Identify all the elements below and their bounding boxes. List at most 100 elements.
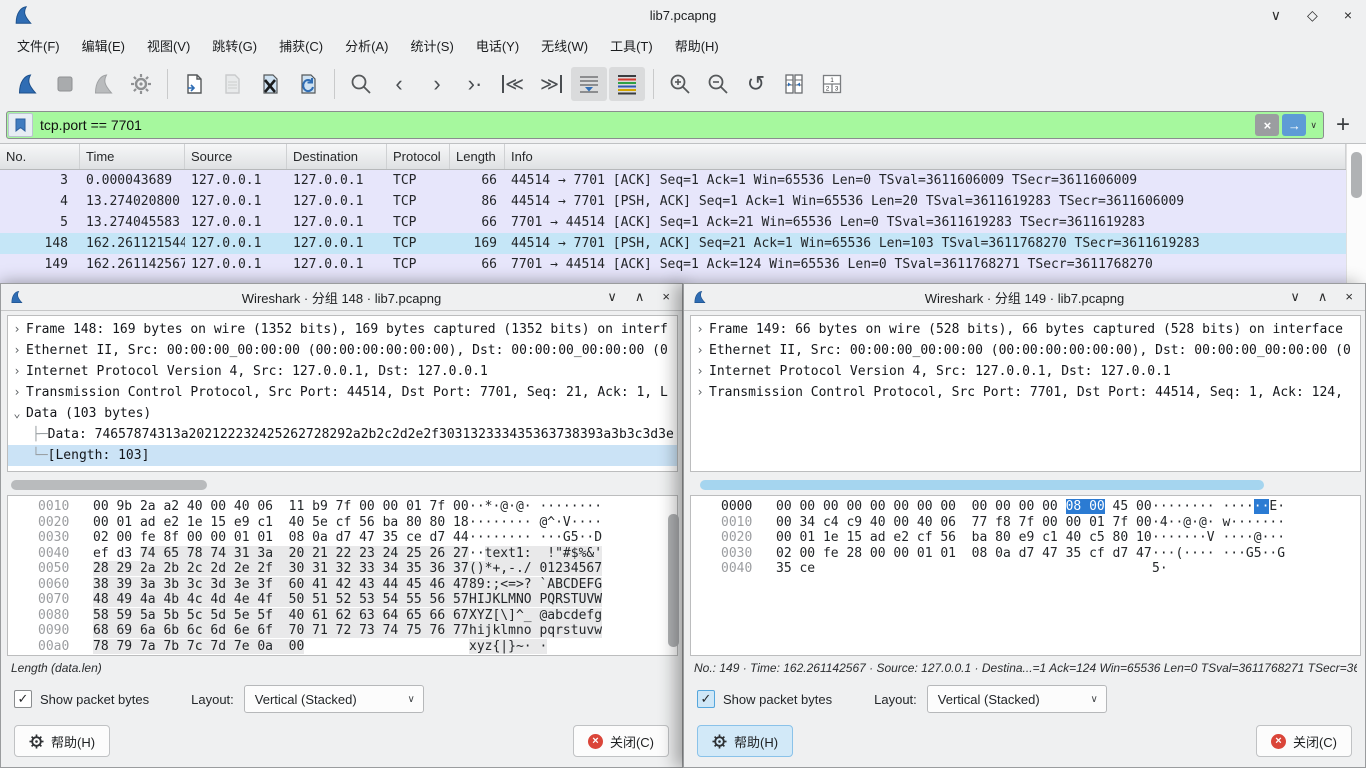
- zoom-out-button[interactable]: [700, 67, 736, 101]
- capture-start-button[interactable]: [9, 67, 45, 101]
- menu-statistics[interactable]: 统计(S): [399, 31, 464, 60]
- show-packet-bytes-checkbox[interactable]: ✓: [697, 690, 715, 708]
- hex-vertical-scrollbar[interactable]: [667, 497, 680, 654]
- expander-icon[interactable]: ›: [8, 319, 26, 340]
- scrollbar-thumb[interactable]: [700, 480, 1264, 490]
- filter-clear-button[interactable]: ×: [1255, 114, 1279, 136]
- packet-row-148[interactable]: 148162.261121544127.0.0.1127.0.0.1TCP169…: [0, 233, 1346, 254]
- close-icon[interactable]: ×: [1345, 289, 1353, 305]
- capture-restart-button[interactable]: [85, 67, 121, 101]
- maximize-icon[interactable]: ◇: [1307, 7, 1318, 24]
- hex-row[interactable]: 001000 34 c4 c9 40 00 40 06 77 f8 7f 00 …: [691, 515, 1360, 531]
- layout-123-button[interactable]: 123: [814, 67, 850, 101]
- show-packet-bytes-checkbox[interactable]: ✓: [14, 690, 32, 708]
- column-header-source[interactable]: Source: [185, 144, 287, 169]
- filter-apply-button[interactable]: →: [1282, 114, 1306, 136]
- scrollbar-thumb[interactable]: [11, 480, 207, 490]
- maximize-icon[interactable]: ∧: [1318, 289, 1328, 305]
- capture-stop-button[interactable]: [47, 67, 83, 101]
- column-header-destination[interactable]: Destination: [287, 144, 387, 169]
- hex-row[interactable]: 006038 39 3a 3b 3c 3d 3e 3f 60 41 42 43 …: [8, 577, 677, 593]
- tree-row[interactable]: └─[Length: 103]: [8, 445, 677, 466]
- packet-row-4[interactable]: 413.274020800127.0.0.1127.0.0.1TCP864451…: [0, 191, 1346, 212]
- packet-row-3[interactable]: 30.000043689127.0.0.1127.0.0.1TCP6644514…: [0, 170, 1346, 191]
- layout-select[interactable]: Vertical (Stacked) ∨: [244, 685, 424, 713]
- menu-telephony[interactable]: 电话(Y): [465, 31, 530, 60]
- tree-row[interactable]: ›Frame 149: 66 bytes on wire (528 bits),…: [691, 319, 1360, 340]
- filter-add-button[interactable]: +: [1336, 113, 1350, 137]
- hex-row[interactable]: 003002 00 fe 28 00 00 01 01 08 0a d7 47 …: [691, 546, 1360, 562]
- scrollbar-thumb[interactable]: [1351, 152, 1362, 198]
- expander-icon[interactable]: ›: [691, 340, 709, 361]
- show-packet-bytes-label[interactable]: Show packet bytes: [40, 692, 149, 707]
- go-last-packet-button[interactable]: ≫: [533, 67, 569, 101]
- tree-row[interactable]: ›Internet Protocol Version 4, Src: 127.0…: [691, 361, 1360, 382]
- zoom-reset-button[interactable]: ↺: [738, 67, 774, 101]
- hex-row[interactable]: 004035 ce5·: [691, 561, 1360, 577]
- horizontal-scrollbar[interactable]: [7, 478, 678, 492]
- go-first-packet-button[interactable]: ≪: [495, 67, 531, 101]
- tree-row[interactable]: ›Frame 148: 169 bytes on wire (1352 bits…: [8, 319, 677, 340]
- menu-edit[interactable]: 编辑(E): [71, 31, 136, 60]
- auto-scroll-toggle[interactable]: [571, 67, 607, 101]
- menu-analyze[interactable]: 分析(A): [334, 31, 399, 60]
- hex-row[interactable]: 008058 59 5a 5b 5c 5d 5e 5f 40 61 62 63 …: [8, 608, 677, 624]
- menu-capture[interactable]: 捕获(C): [268, 31, 334, 60]
- expander-icon[interactable]: ›: [691, 361, 709, 382]
- display-filter-field[interactable]: tcp.port == 7701 × → ∨: [6, 111, 1324, 139]
- help-button[interactable]: 帮助(H): [697, 725, 793, 757]
- hex-row[interactable]: 002000 01 1e 15 ad e2 cf 56 ba 80 e9 c1 …: [691, 530, 1360, 546]
- hex-row[interactable]: 001000 9b 2a a2 40 00 40 06 11 b9 7f 00 …: [8, 499, 677, 515]
- menu-view[interactable]: 视图(V): [136, 31, 201, 60]
- menu-help[interactable]: 帮助(H): [664, 31, 730, 60]
- tree-row[interactable]: ›Transmission Control Protocol, Src Port…: [691, 382, 1360, 403]
- minimize-icon[interactable]: ∨: [607, 289, 617, 305]
- expander-icon[interactable]: ›: [8, 361, 26, 382]
- column-header-info[interactable]: Info: [505, 144, 1346, 169]
- tree-row[interactable]: ›Ethernet II, Src: 00:00:00_00:00:00 (00…: [8, 340, 677, 361]
- save-file-button[interactable]: [214, 67, 250, 101]
- menu-go[interactable]: 跳转(G): [201, 31, 268, 60]
- maximize-icon[interactable]: ∧: [635, 289, 645, 305]
- close-icon[interactable]: ×: [662, 289, 670, 305]
- go-back-button[interactable]: ‹: [381, 67, 417, 101]
- hex-row[interactable]: 003002 00 fe 8f 00 00 01 01 08 0a d7 47 …: [8, 530, 677, 546]
- column-header-length[interactable]: Length: [450, 144, 505, 169]
- hex-row[interactable]: 002000 01 ad e2 1e 15 e9 c1 40 5e cf 56 …: [8, 515, 677, 531]
- hex-row[interactable]: 00a078 79 7a 7b 7c 7d 7e 0a 00xyz{|}~· ·: [8, 639, 677, 655]
- column-header-protocol[interactable]: Protocol: [387, 144, 450, 169]
- close-button[interactable]: × 关闭(C): [1256, 725, 1352, 757]
- colorize-toggle[interactable]: [609, 67, 645, 101]
- minimize-icon[interactable]: ∨: [1271, 7, 1281, 24]
- menu-file[interactable]: 文件(F): [6, 31, 71, 60]
- horizontal-scrollbar[interactable]: [690, 478, 1361, 492]
- scrollbar-thumb[interactable]: [668, 514, 679, 647]
- menu-wireless[interactable]: 无线(W): [530, 31, 599, 60]
- go-to-packet-button[interactable]: ›·: [457, 67, 493, 101]
- filter-bookmark-icon[interactable]: [8, 113, 33, 137]
- tree-row[interactable]: ›Internet Protocol Version 4, Src: 127.0…: [8, 361, 677, 382]
- menu-tools[interactable]: 工具(T): [599, 31, 664, 60]
- zoom-in-button[interactable]: [662, 67, 698, 101]
- expander-icon[interactable]: ⌄: [8, 403, 26, 424]
- tree-row[interactable]: ├─Data: 74657874313a20212223242526272829…: [8, 424, 677, 445]
- hex-row[interactable]: 009068 69 6a 6b 6c 6d 6e 6f 70 71 72 73 …: [8, 623, 677, 639]
- column-header-no[interactable]: No.: [0, 144, 80, 169]
- expander-icon[interactable]: ›: [8, 382, 26, 403]
- open-file-button[interactable]: [176, 67, 212, 101]
- hex-row[interactable]: 007048 49 4a 4b 4c 4d 4e 4f 50 51 52 53 …: [8, 592, 677, 608]
- capture-options-button[interactable]: [123, 67, 159, 101]
- expander-icon[interactable]: ›: [691, 382, 709, 403]
- display-filter-input[interactable]: tcp.port == 7701: [33, 117, 1255, 133]
- help-button[interactable]: 帮助(H): [14, 725, 110, 757]
- packet-row-149[interactable]: 149162.261142567127.0.0.1127.0.0.1TCP667…: [0, 254, 1346, 275]
- close-button[interactable]: × 关闭(C): [573, 725, 669, 757]
- resize-columns-button[interactable]: [776, 67, 812, 101]
- layout-select[interactable]: Vertical (Stacked) ∨: [927, 685, 1107, 713]
- tree-row[interactable]: ›Ethernet II, Src: 00:00:00_00:00:00 (00…: [691, 340, 1360, 361]
- hex-row[interactable]: 0040ef d3 74 65 78 74 31 3a 20 21 22 23 …: [8, 546, 677, 562]
- expander-icon[interactable]: ›: [691, 319, 709, 340]
- hex-row[interactable]: 005028 29 2a 2b 2c 2d 2e 2f 30 31 32 33 …: [8, 561, 677, 577]
- minimize-icon[interactable]: ∨: [1290, 289, 1300, 305]
- close-file-button[interactable]: [252, 67, 288, 101]
